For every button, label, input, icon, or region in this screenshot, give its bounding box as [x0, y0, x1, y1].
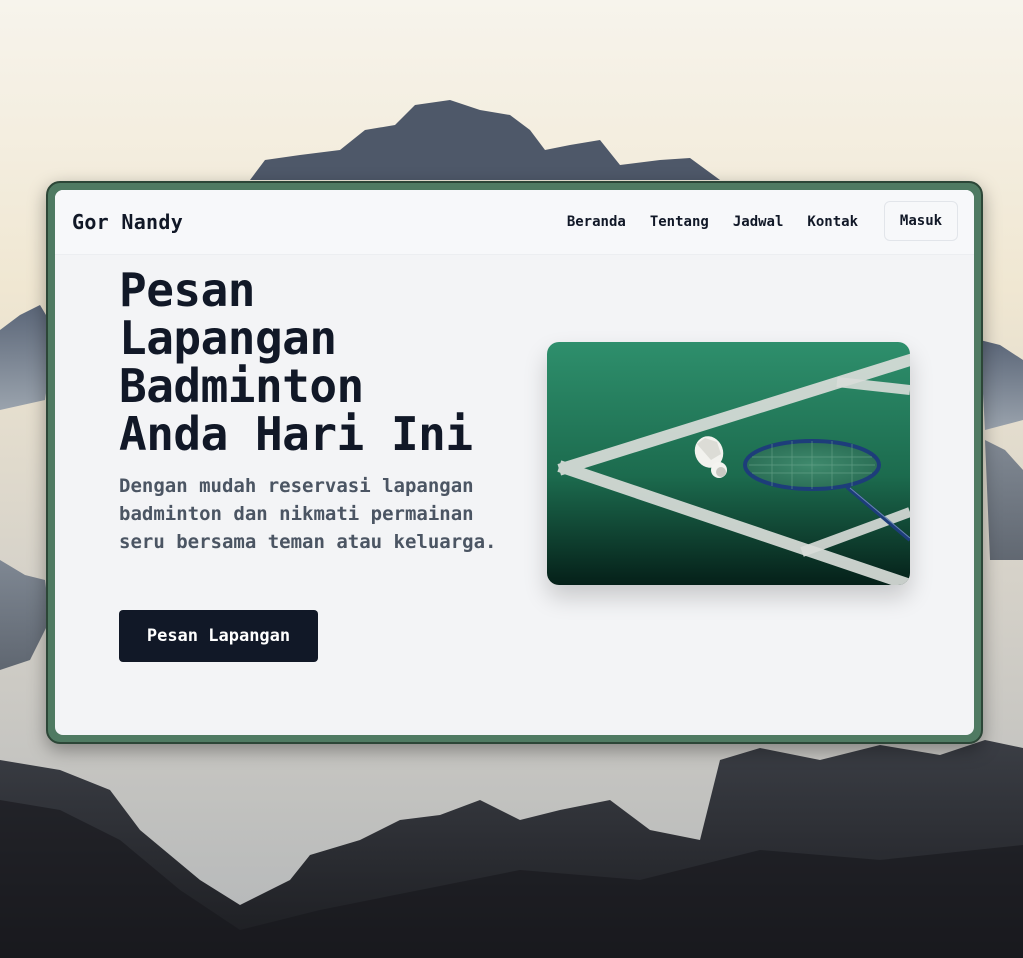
device-frame: Gor Nandy Beranda Tentang Jadwal Kontak … — [46, 181, 983, 744]
nav-links: Beranda Tentang Jadwal Kontak — [567, 214, 858, 230]
nav-link-kontak[interactable]: Kontak — [807, 214, 858, 230]
brand-logo[interactable]: Gor Nandy — [72, 210, 183, 234]
hero-title: Pesan Lapangan Badminton Anda Hari Ini — [119, 263, 473, 461]
badminton-court-image — [547, 342, 910, 585]
browser-screen: Gor Nandy Beranda Tentang Jadwal Kontak … — [55, 190, 974, 735]
nav-link-tentang[interactable]: Tentang — [650, 214, 709, 230]
book-court-button[interactable]: Pesan Lapangan — [119, 610, 318, 662]
navbar: Gor Nandy Beranda Tentang Jadwal Kontak … — [55, 190, 974, 255]
login-button[interactable]: Masuk — [884, 201, 958, 241]
nav-link-jadwal[interactable]: Jadwal — [733, 214, 784, 230]
hero-subtitle: Dengan mudah reservasi lapangan badminto… — [119, 475, 497, 553]
nav-link-beranda[interactable]: Beranda — [567, 214, 626, 230]
